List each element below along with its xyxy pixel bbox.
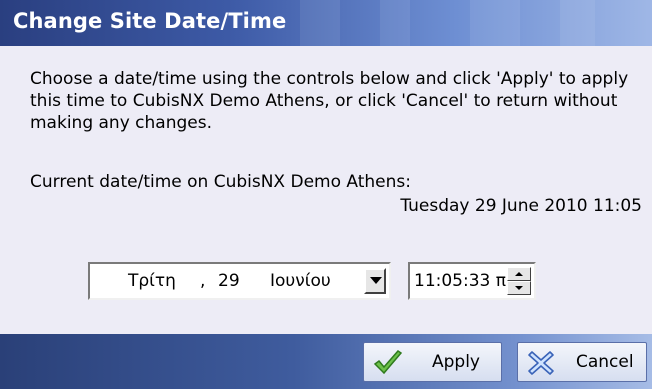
apply-button-label: Apply bbox=[432, 352, 480, 372]
instructions-text: Choose a date/time using the controls be… bbox=[30, 69, 629, 133]
time-picker[interactable]: 11:05:33 πμ bbox=[408, 262, 536, 300]
date-picker[interactable]: Τρίτη , 29 Ιουνίου bbox=[88, 262, 391, 300]
cancel-button-label: Cancel bbox=[576, 352, 634, 372]
current-datetime-value: Tuesday 29 June 2010 11:05 bbox=[400, 196, 642, 216]
time-value[interactable]: 11:05:33 πμ bbox=[414, 271, 517, 291]
time-spinner[interactable] bbox=[507, 267, 531, 295]
date-day-number[interactable]: 29 bbox=[218, 271, 240, 291]
date-dropdown-button[interactable] bbox=[364, 268, 386, 294]
dialog-title: Change Site Date/Time bbox=[13, 9, 287, 33]
checkmark-icon bbox=[373, 350, 403, 375]
title-bar: Change Site Date/Time bbox=[0, 0, 652, 46]
apply-button[interactable]: Apply bbox=[363, 342, 502, 382]
spin-up-button[interactable] bbox=[507, 267, 531, 281]
cancel-x-icon bbox=[528, 351, 554, 375]
date-day-name[interactable]: Τρίτη bbox=[128, 271, 176, 291]
date-separator: , bbox=[200, 271, 206, 291]
spin-down-button[interactable] bbox=[507, 281, 531, 295]
cancel-button[interactable]: Cancel bbox=[517, 342, 647, 382]
chevron-down-icon bbox=[370, 277, 382, 284]
current-datetime-label: Current date/time on CubisNX Demo Athens… bbox=[30, 172, 411, 192]
change-site-datetime-dialog: Change Site Date/Time Choose a date/time… bbox=[0, 0, 652, 389]
date-month[interactable]: Ιουνίου bbox=[270, 271, 331, 291]
